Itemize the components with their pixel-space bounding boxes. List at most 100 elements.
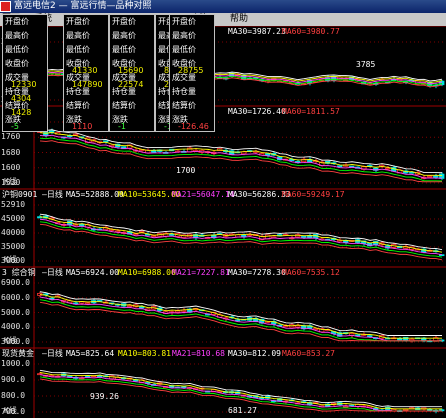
window-titlebar[interactable]: 富远电信2 — 富远行情—品种对照 — [0, 0, 446, 13]
menu-item-help[interactable]: 帮助 — [230, 13, 248, 26]
candle-body — [139, 230, 145, 233]
candle-body — [295, 325, 301, 328]
price-annotation: 3785 — [356, 60, 376, 69]
axis-tick-label: 52910 — [1, 200, 26, 209]
quote-field-label: 最低价 — [172, 45, 196, 54]
ma-indicator: MA21=56047.14 — [172, 190, 235, 199]
candle-body — [79, 223, 85, 227]
moving-average-line — [39, 216, 443, 253]
ma-indicator: MA60=59249.17 — [282, 190, 345, 199]
quote-field-label: 开盘价 — [5, 17, 29, 26]
price-annotation: 681.27 — [228, 406, 257, 415]
candle-body — [169, 233, 175, 236]
candle-body — [127, 305, 133, 307]
ma-indicator: MA60=3980.77 — [282, 27, 340, 36]
ma-indicator: MA5=6924.00 — [66, 268, 119, 277]
candle-body — [43, 131, 49, 137]
quote-popup[interactable]: 开盘价 最高价 最低价 收盘价 成交量 12330 持仓量 4304 结算价 1428 涨跌 -5 — [2, 14, 48, 132]
candle-body — [403, 409, 409, 411]
quote-popup[interactable]: 开盘价 最高价 最低价 收盘价 41330 成交量 147890 持仓量 结算价 涨跌 1110 — [63, 14, 109, 132]
price-annotation: 1700 — [176, 166, 196, 175]
candle-body — [133, 233, 139, 236]
candle-body — [427, 175, 433, 178]
candle-body — [151, 235, 157, 237]
candle-body — [397, 338, 403, 341]
quote-field-label: 结算价 — [66, 101, 90, 110]
candle-body — [337, 165, 343, 168]
ma-indicator: MA21=7227.81 — [172, 268, 230, 277]
candle-body — [139, 306, 145, 309]
quote-field-label: 结算价 — [172, 101, 196, 110]
quote-field-label: 持仓量 — [66, 87, 90, 96]
quote-field-value: -1 — [118, 122, 126, 131]
candle-body — [367, 335, 373, 338]
axis-tick-label: 35000 — [1, 242, 26, 251]
axis-unit-label: K线 — [4, 406, 17, 415]
candle-body — [85, 302, 91, 305]
quote-field-label: 持仓量 — [112, 87, 136, 96]
candle-body — [355, 334, 361, 337]
ma-indicator: MA5=52888.00 — [66, 190, 124, 199]
quote-field-label: 结算价 — [112, 101, 136, 110]
ma-indicator: MA30=1726.40 — [228, 107, 286, 116]
candle-body — [241, 74, 247, 80]
candle-body — [301, 236, 307, 238]
axis-tick-label: 1680 — [1, 147, 21, 157]
moving-average-line — [39, 140, 442, 183]
candle-body — [151, 150, 157, 153]
quote-field-label: 最高价 — [66, 31, 90, 40]
axis-tick-label: 1600 — [1, 162, 21, 172]
axis-tick-label: 45000 — [1, 214, 26, 223]
panel-title: 现货黄金 — [2, 349, 34, 358]
candle-body — [103, 140, 109, 143]
candle-body — [97, 375, 103, 378]
moving-average-line — [39, 291, 442, 336]
panel-title: 沪铜0901 — [2, 190, 38, 199]
axis-tick-label: 5000.0 — [1, 307, 30, 317]
price-annotation: 939.26 — [90, 392, 119, 401]
panel-title-suffix: —日线 — [42, 190, 63, 199]
window-title: 富远电信2 — 富远行情—品种对照 — [14, 1, 152, 11]
quote-field-value: -5 — [11, 122, 19, 131]
quote-field-label: 持仓量 — [172, 87, 196, 96]
quote-field-label: 最高价 — [172, 31, 196, 40]
quote-field-label: 最低价 — [112, 45, 136, 54]
axis-tick-label: 4000.0 — [1, 322, 30, 332]
ma-indicator: MA5=825.64 — [66, 349, 115, 358]
quote-field-label: 开盘价 — [172, 17, 196, 26]
ma-indicator: MA21=810.68 — [172, 349, 225, 358]
axis-unit-label: K线 — [4, 255, 17, 264]
ma-indicator: MA10=6988.00 — [118, 268, 176, 277]
candle-body — [235, 319, 241, 322]
quote-popup[interactable]: 开盘价 最高价 最低价 收盘价 28755 成交量 持仓量 结算价 涨跌 -126.46 — [169, 14, 215, 132]
panel-title: 3 综合铜 — [2, 268, 36, 277]
quote-field-label: 开盘价 — [66, 17, 90, 26]
ma-indicator: MA60=7535.12 — [282, 268, 340, 277]
axis-tick-label: 1760 — [1, 132, 21, 142]
ma-indicator: MA60=1811.57 — [282, 107, 340, 116]
axis-unit-label: K线 — [4, 336, 17, 345]
ma-indicator: MA30=3987.23 — [228, 27, 286, 36]
candle-body — [427, 409, 433, 411]
quote-field-value: -126.46 — [178, 122, 209, 131]
ma-indicator: MA30=812.09 — [228, 349, 281, 358]
quote-field-label: 最低价 — [5, 45, 29, 54]
quote-field-label: 开盘价 — [112, 17, 136, 26]
axis-unit-label: K线 — [4, 177, 17, 186]
axis-tick-label: 40000 — [1, 228, 26, 237]
candle-body — [385, 167, 391, 170]
quote-popup[interactable]: 开盘价 最高价 最低价 收盘价 15690 成交量 22574 持仓量 结算价 涨跌 -1 — [109, 14, 155, 132]
axis-tick-label: 800.0 — [1, 391, 26, 400]
axis-tick-label: 6000.0 — [1, 292, 30, 302]
panel-title-suffix: —日线 — [42, 349, 63, 358]
axis-tick-label: 1000.0 — [1, 359, 30, 368]
axis-tick-label: 900.0 — [1, 375, 26, 384]
quote-field-label: 最低价 — [66, 45, 90, 54]
quote-field-label: 收盘价 — [5, 59, 29, 68]
app-icon — [0, 1, 11, 12]
ma-indicator: MA60=853.27 — [282, 349, 335, 358]
quote-field-label: 最高价 — [112, 31, 136, 40]
candle-body — [433, 175, 439, 178]
candle-body — [175, 310, 181, 313]
quote-field-value: 1110 — [72, 122, 93, 131]
